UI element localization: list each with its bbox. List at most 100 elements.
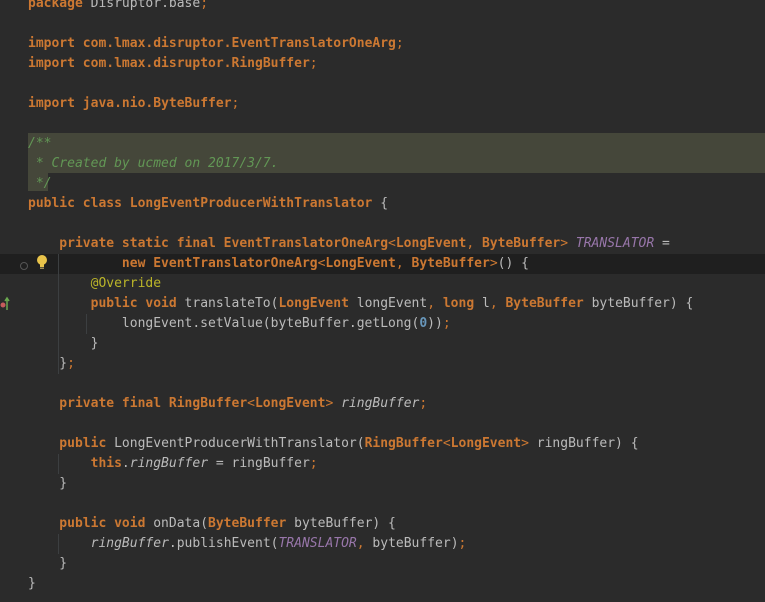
code-token: ByteBuffer [481, 236, 561, 251]
code-line[interactable]: public LongEventProducerWithTranslator(R… [28, 434, 638, 454]
code-token: ; [395, 36, 404, 51]
code-token: )) [427, 316, 443, 331]
code-token: , [427, 296, 443, 311]
code-line[interactable]: @Override [28, 274, 161, 294]
code-token: l [474, 296, 490, 311]
code-token: ringBuffer [341, 396, 420, 411]
code-token: , [489, 296, 506, 311]
code-token: ringBuffer [90, 536, 169, 551]
code-token: public void [28, 296, 177, 311]
code-token: = ringBuffer [208, 456, 310, 471]
code-token: private static final [28, 236, 216, 251]
code-token: . [121, 456, 130, 471]
code-token: ByteBuffer [153, 96, 232, 111]
code-token: public class [28, 196, 122, 211]
code-token: RingBuffer [161, 396, 248, 411]
code-token: byteBuffer) { [286, 516, 396, 531]
code-token: ; [419, 396, 428, 411]
code-line[interactable]: */ [28, 174, 52, 194]
code-token: } [28, 356, 68, 371]
code-token: ; [309, 456, 318, 471]
code-token: > [521, 436, 537, 451]
code-line[interactable]: } [28, 574, 36, 594]
code-line[interactable]: import com.lmax.disruptor.RingBuffer; [28, 54, 318, 74]
code-line[interactable]: public void onData(ByteBuffer byteBuffer… [28, 514, 396, 534]
code-token: import [28, 36, 75, 51]
code-token: < [388, 236, 396, 251]
code-token: LongEvent [395, 236, 467, 251]
code-line[interactable]: } [28, 554, 67, 574]
code-token: ; [67, 356, 75, 371]
code-token: < [247, 396, 255, 411]
code-line[interactable]: private final RingBuffer<LongEvent> ring… [28, 394, 427, 414]
code-token: , [466, 236, 482, 251]
code-line[interactable]: import com.lmax.disruptor.EventTranslato… [28, 34, 404, 54]
code-line[interactable]: /** [28, 134, 51, 154]
code-line[interactable]: package Disruptor.base; [28, 0, 208, 14]
code-token: /** [28, 136, 52, 151]
code-token: package [28, 0, 83, 11]
code-token: TRANSLATOR [575, 236, 655, 251]
override-gutter-icon[interactable] [0, 296, 10, 312]
lightbulb-icon[interactable] [35, 254, 49, 270]
code-token: translateTo( [176, 296, 279, 311]
code-line[interactable]: new EventTranslatorOneArg<LongEvent, Byt… [28, 254, 529, 274]
code-line[interactable]: private static final EventTranslatorOneA… [28, 234, 670, 254]
code-line[interactable]: } [28, 474, 67, 494]
code-line[interactable]: public void translateTo(LongEvent longEv… [28, 294, 694, 314]
code-token: RingBuffer [364, 436, 443, 451]
code-token: LongEventProducerWithTranslator( [106, 436, 365, 451]
code-token: */ [28, 176, 52, 191]
code-line[interactable]: }; [28, 354, 75, 374]
code-token: com.lmax.disruptor. [74, 56, 232, 71]
code-token: () { [497, 256, 529, 271]
code-token: ringBuffer [129, 456, 209, 471]
code-token: import [28, 56, 75, 71]
code-token: , [356, 536, 373, 551]
code-token: LongEvent [325, 256, 396, 271]
code-token: EventTranslatorOneArg [231, 36, 396, 51]
code-token: ByteBuffer [208, 516, 287, 531]
code-token: EventTranslatorOneArg [145, 256, 318, 271]
code-line[interactable]: longEvent.setValue(byteBuffer.getLong(0)… [28, 314, 451, 334]
code-token: byteBuffer) [372, 536, 459, 551]
code-token: ByteBuffer [411, 256, 490, 271]
code-token: { [372, 196, 389, 211]
code-token: < [442, 436, 451, 451]
code-token: LongEvent [278, 296, 349, 311]
code-token: ; [442, 316, 451, 331]
code-token: longEvent [348, 296, 428, 311]
code-token: > [489, 256, 498, 271]
code-line[interactable]: } [28, 334, 99, 354]
code-token: RingBuffer [231, 56, 310, 71]
code-token: } [28, 476, 68, 491]
code-line[interactable]: public class LongEventProducerWithTransl… [28, 194, 388, 214]
code-token: > [560, 236, 576, 251]
code-token: Disruptor.base [82, 0, 201, 11]
code-line[interactable]: ringBuffer.publishEvent(TRANSLATOR, byte… [28, 534, 467, 554]
code-token: ; [458, 536, 467, 551]
code-token: 0 [419, 316, 428, 331]
code-line[interactable]: this.ringBuffer = ringBuffer; [28, 454, 318, 474]
code-token: longEvent.setValue(byteBuffer.getLong( [28, 316, 420, 331]
code-token: ; [200, 0, 209, 11]
code-token: import [28, 96, 75, 111]
code-token: } [28, 336, 99, 351]
code-token: , [395, 256, 412, 271]
code-token: ByteBuffer [505, 296, 584, 311]
code-line[interactable]: * Created by ucmed on 2017/3/7. [28, 154, 279, 174]
code-token: = [654, 236, 670, 251]
code-token: public void [28, 516, 146, 531]
code-token: private final [28, 396, 162, 411]
code-token: public [28, 436, 107, 451]
code-token: LongEvent [254, 396, 326, 411]
code-token: LongEvent [450, 436, 522, 451]
fold-marker-icon[interactable] [20, 262, 28, 270]
code-editor[interactable]: package Disruptor.base; import com.lmax.d… [0, 0, 765, 602]
code-token: ; [309, 56, 318, 71]
code-token: .publishEvent( [168, 536, 279, 551]
code-line[interactable]: import java.nio.ByteBuffer; [28, 94, 239, 114]
code-token: ; [231, 96, 240, 111]
